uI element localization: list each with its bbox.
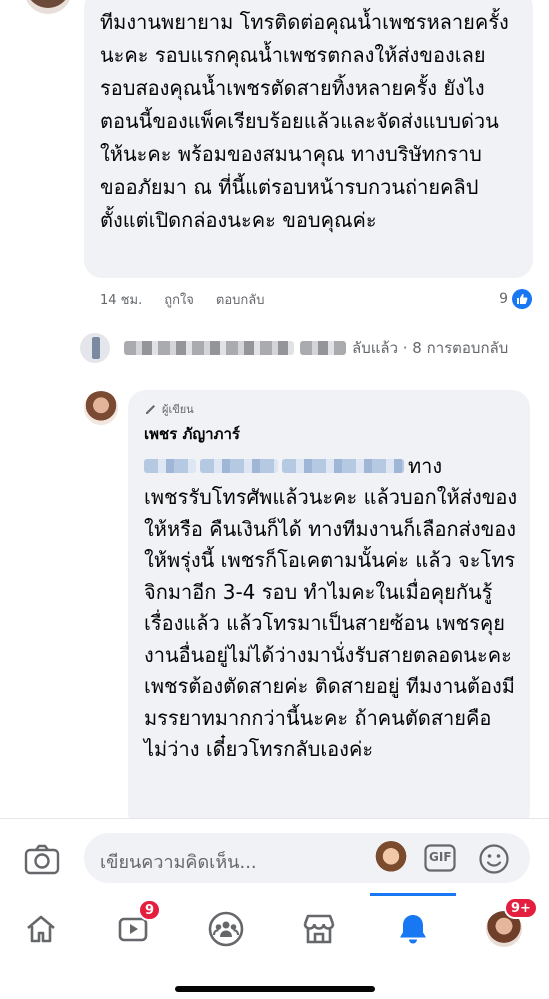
comment-time: 14 ชม. xyxy=(100,292,143,308)
mention-suffix: ทาง xyxy=(408,454,443,478)
avatar-sticker-icon[interactable] xyxy=(374,841,408,875)
comment-input-placeholder: เขียนความคิดเห็น... xyxy=(100,852,257,873)
redacted-mention xyxy=(144,459,196,473)
author-tag-label: ผู้เขียน xyxy=(162,403,194,416)
home-icon xyxy=(27,915,55,943)
view-replies-link[interactable]: ลับแล้ว · 8 การตอบกลับ xyxy=(80,330,540,366)
active-tab-indicator xyxy=(370,893,456,896)
author-badge: ผู้เขียน xyxy=(144,400,518,418)
author-name[interactable]: เพชร ภัญาภาร์ xyxy=(144,422,518,446)
commenter-avatar[interactable] xyxy=(24,0,72,14)
comment-meta: 14 ชม. ถูกใจ ตอบกลับ 9 xyxy=(100,287,532,311)
bell-icon xyxy=(400,915,426,944)
author-reply-text: เพชรรับโทรศัพแล้วนะคะ แล้วบอกให้ส่งของให… xyxy=(144,485,518,761)
camera-icon[interactable] xyxy=(24,843,60,875)
author-avatar[interactable] xyxy=(84,391,118,425)
home-indicator xyxy=(175,986,375,992)
comment-composer: เขียนความคิดเห็น... GIF xyxy=(0,818,549,893)
groups-icon xyxy=(208,911,244,947)
comment-bubble: ทีมงานพยายาม โทรติดต่อคุณน้ำเพชรหลายครั้… xyxy=(84,0,533,278)
video-badge: 9 xyxy=(138,899,162,921)
nav-home[interactable] xyxy=(21,909,61,949)
gif-button[interactable]: GIF xyxy=(424,844,456,872)
comment-input[interactable]: เขียนความคิดเห็น... GIF xyxy=(84,833,530,883)
comment-text: ทีมงานพยายาม โทรติดต่อคุณน้ำเพชรหลายครั้… xyxy=(100,10,509,232)
redacted-mention xyxy=(200,459,278,473)
redacted-mention xyxy=(282,459,404,473)
profile-badge: 9+ xyxy=(504,897,538,919)
nav-marketplace[interactable] xyxy=(299,909,339,949)
nav-video[interactable]: 9 xyxy=(114,899,162,949)
reply-link[interactable]: ตอบกลับ xyxy=(216,289,265,310)
like-link[interactable]: ถูกใจ xyxy=(164,289,194,310)
author-reply-bubble: ผู้เขียน เพชร ภัญาภาร์ ทาง เพชรรับโทรศัพ… xyxy=(128,390,530,830)
emoji-icon[interactable] xyxy=(478,843,510,875)
redacted-name xyxy=(124,341,294,355)
reply-avatar xyxy=(80,333,110,363)
mention-line: ทาง xyxy=(144,450,518,482)
gif-label: GIF xyxy=(429,850,452,864)
nav-profile[interactable]: 9+ xyxy=(484,897,538,949)
like-reaction-icon[interactable] xyxy=(512,289,532,309)
like-count[interactable]: 9 xyxy=(499,291,508,307)
pencil-icon xyxy=(146,405,155,414)
nav-notifications[interactable] xyxy=(393,909,433,949)
redacted-name xyxy=(300,341,346,355)
bottom-nav: 9 9+ xyxy=(0,893,549,999)
marketplace-icon xyxy=(303,914,335,944)
nav-groups[interactable] xyxy=(206,909,246,949)
replies-count-text: ลับแล้ว · 8 การตอบกลับ xyxy=(352,339,509,357)
